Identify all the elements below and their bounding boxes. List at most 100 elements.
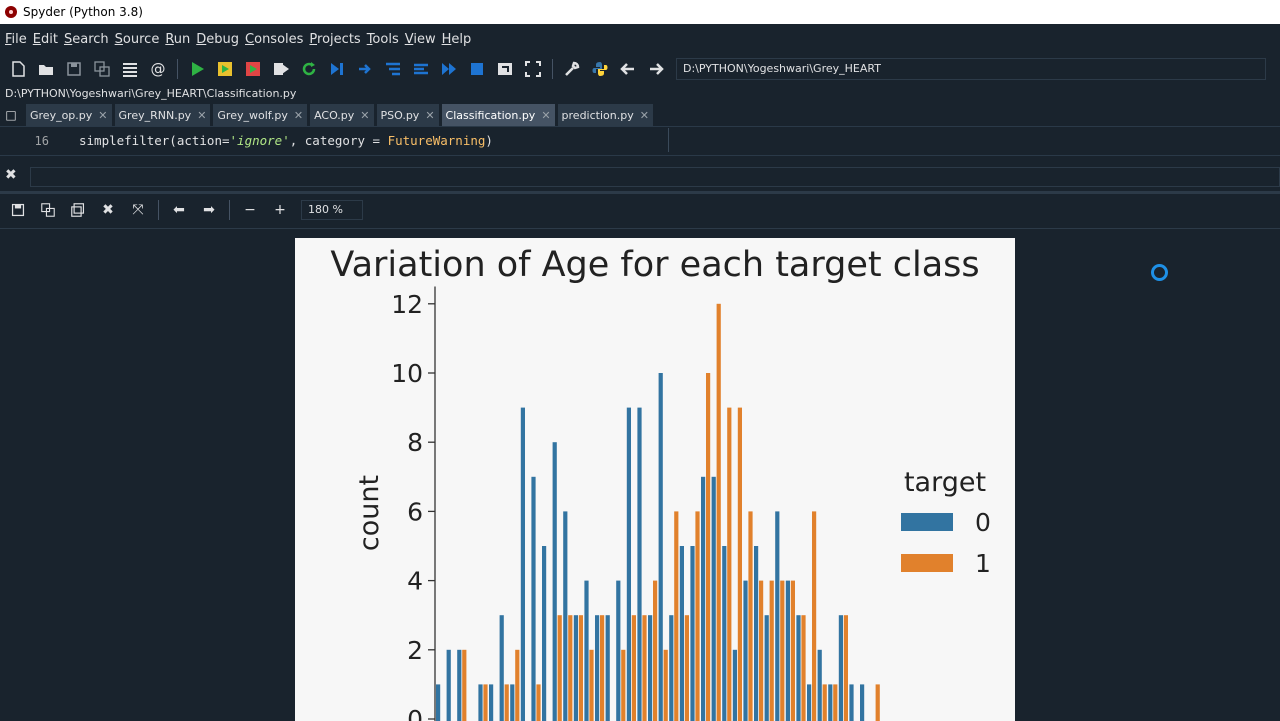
- menu-file[interactable]: File: [2, 32, 30, 47]
- close-icon[interactable]: ✕: [294, 109, 303, 122]
- remove-all-plots-icon[interactable]: ⤧: [127, 199, 149, 221]
- bar-series-1: [759, 580, 764, 721]
- bar-series-0: [796, 615, 801, 721]
- y-tick-label: 8: [407, 428, 423, 457]
- close-icon[interactable]: ✕: [425, 109, 434, 122]
- bar-series-1: [790, 580, 795, 721]
- menubar: File Edit Search Source Run Debug Consol…: [0, 24, 1280, 54]
- tab-prediction[interactable]: prediction.py ✕: [557, 104, 654, 126]
- legend-swatch: [901, 554, 953, 572]
- outline-list-icon[interactable]: [119, 58, 141, 80]
- bar-series-0: [849, 684, 854, 721]
- tab-label: Grey_RNN.py: [118, 108, 192, 122]
- bar-series-1: [589, 649, 594, 721]
- tab-classification[interactable]: Classification.py ✕: [441, 104, 556, 126]
- close-icon[interactable]: ✕: [197, 109, 206, 122]
- code-text: simplefilter(action=: [79, 133, 230, 148]
- remove-plot-icon[interactable]: ✖: [97, 199, 119, 221]
- bar-series-0: [637, 407, 642, 721]
- run-cell-advance-icon[interactable]: [242, 58, 264, 80]
- bar-series-0: [679, 546, 684, 721]
- tab-label: prediction.py: [561, 108, 634, 122]
- bar-series-1: [801, 615, 806, 721]
- run-icon[interactable]: [186, 58, 208, 80]
- save-all-plots-icon[interactable]: [37, 199, 59, 221]
- save-plot-icon[interactable]: [7, 199, 29, 221]
- fullscreen-icon[interactable]: [522, 58, 544, 80]
- open-file-icon[interactable]: [35, 58, 57, 80]
- bar-series-0: [828, 684, 833, 721]
- zoom-in-icon[interactable]: +: [269, 199, 291, 221]
- python-path-icon[interactable]: [589, 58, 611, 80]
- menu-tools[interactable]: Tools: [364, 32, 402, 47]
- close-icon[interactable]: ✕: [640, 109, 649, 122]
- forward-arrow-icon[interactable]: [645, 58, 667, 80]
- tab-grey-wolf[interactable]: Grey_wolf.py ✕: [213, 104, 309, 126]
- bar-series-1: [536, 684, 541, 721]
- save-all-icon[interactable]: [91, 58, 113, 80]
- bar-series-0: [446, 649, 451, 721]
- close-icon[interactable]: ✕: [541, 109, 550, 122]
- bar-series-1: [833, 684, 838, 721]
- menu-edit[interactable]: Edit: [30, 32, 61, 47]
- close-icon[interactable]: ✕: [98, 109, 107, 122]
- bar-series-0: [542, 546, 547, 721]
- bar-series-1: [780, 580, 785, 721]
- legend-label: 0: [975, 508, 991, 537]
- step-into-icon[interactable]: [382, 58, 404, 80]
- new-file-icon[interactable]: [7, 58, 29, 80]
- close-icon[interactable]: ✕: [360, 109, 369, 122]
- step-return-icon[interactable]: [410, 58, 432, 80]
- step-icon[interactable]: [354, 58, 376, 80]
- maximize-pane-icon[interactable]: [494, 58, 516, 80]
- menu-help[interactable]: Help: [439, 32, 475, 47]
- editor-tabbar: □ Grey_op.py ✕ Grey_RNN.py ✕ Grey_wolf.py ✕…: [0, 103, 1280, 127]
- stop-debug-icon[interactable]: [466, 58, 488, 80]
- preferences-wrench-icon[interactable]: [561, 58, 583, 80]
- run-selection-icon[interactable]: [270, 58, 292, 80]
- tab-aco[interactable]: ACO.py ✕: [310, 104, 375, 126]
- bar-series-1: [737, 407, 742, 721]
- bar-series-0: [510, 684, 515, 721]
- bar-series-0: [573, 615, 578, 721]
- tab-grey-rnn[interactable]: Grey_RNN.py ✕: [114, 104, 212, 126]
- working-directory-input[interactable]: D:\PYTHON\Yogeshwari\Grey_HEART: [676, 58, 1266, 80]
- bar-series-0: [552, 442, 557, 721]
- toolbar-divider: [552, 59, 553, 79]
- next-plot-icon[interactable]: ➡: [198, 199, 220, 221]
- continue-icon[interactable]: [438, 58, 460, 80]
- menu-consoles[interactable]: Consoles: [242, 32, 306, 47]
- zoom-level-field[interactable]: 180 %: [301, 200, 363, 220]
- bar-series-0: [436, 684, 441, 721]
- code-editor[interactable]: 16 simplefilter(action='ignore', categor…: [0, 128, 1280, 156]
- main-toolbar: @ D:\PYTHON\Yogeshwari\Grey_HEART: [0, 54, 1280, 84]
- zoom-out-icon[interactable]: −: [239, 199, 261, 221]
- tab-label: Grey_wolf.py: [217, 108, 288, 122]
- run-cell-icon[interactable]: [214, 58, 236, 80]
- debug-icon[interactable]: [326, 58, 348, 80]
- menu-search[interactable]: Search: [61, 32, 112, 47]
- find-input[interactable]: [30, 167, 1280, 187]
- tab-grey-op[interactable]: Grey_op.py ✕: [26, 104, 113, 126]
- bar-series-0: [457, 649, 462, 721]
- save-file-icon[interactable]: [63, 58, 85, 80]
- chart-title: Variation of Age for each target class: [330, 245, 979, 285]
- tab-pso[interactable]: PSO.py ✕: [376, 104, 440, 126]
- pane-splitter[interactable]: [0, 191, 1280, 194]
- menu-source[interactable]: Source: [112, 32, 163, 47]
- close-icon[interactable]: ✖: [5, 167, 17, 183]
- bar-series-0: [775, 511, 780, 721]
- tab-label: Grey_op.py: [30, 108, 93, 122]
- rerun-icon[interactable]: [298, 58, 320, 80]
- menu-projects[interactable]: Projects: [306, 32, 363, 47]
- browse-tabs-icon[interactable]: □: [0, 104, 22, 126]
- previous-plot-icon[interactable]: ⬅: [168, 199, 190, 221]
- menu-view[interactable]: View: [402, 32, 439, 47]
- at-symbol-icon[interactable]: @: [147, 58, 169, 80]
- back-arrow-icon[interactable]: [617, 58, 639, 80]
- menu-debug[interactable]: Debug: [193, 32, 242, 47]
- bar-series-0: [817, 649, 822, 721]
- copy-plot-icon[interactable]: [67, 199, 89, 221]
- code-line[interactable]: simplefilter(action='ignore', category =…: [79, 133, 493, 148]
- menu-run[interactable]: Run: [162, 32, 193, 47]
